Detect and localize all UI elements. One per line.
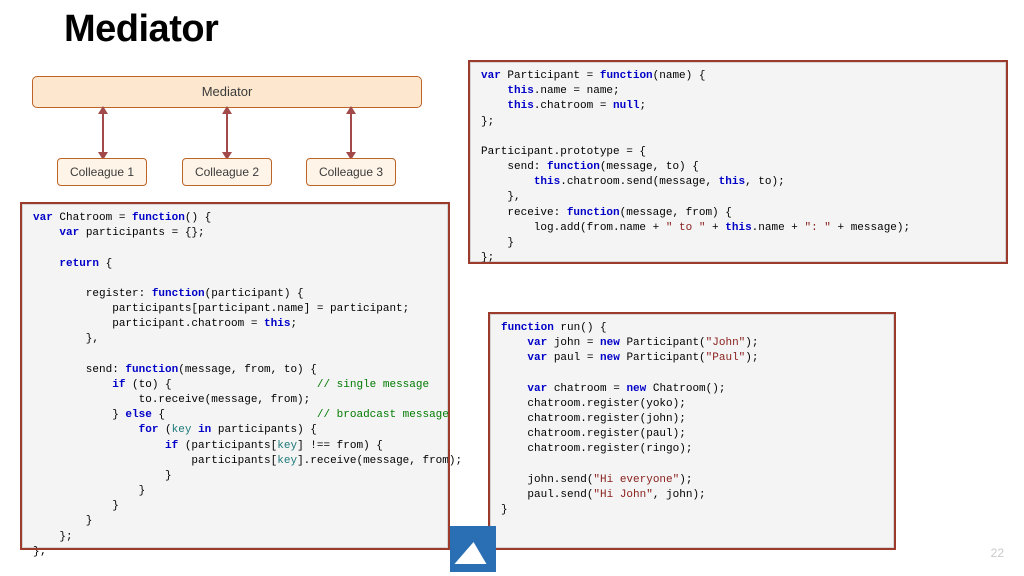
diagram-mediator-box: Mediator [32, 76, 422, 108]
diagram-arrow-icon [226, 108, 228, 158]
diagram-arrow-icon [102, 108, 104, 158]
code-chatroom: var Chatroom = function() { var particip… [22, 204, 448, 548]
code-run: function run() { var john = new Particip… [490, 314, 894, 548]
code-participant: var Participant = function(name) { this.… [470, 62, 1006, 262]
diagram-colleague-box: Colleague 2 [182, 158, 272, 186]
brand-logo-icon [450, 526, 496, 572]
diagram-colleague-box: Colleague 1 [57, 158, 147, 186]
mediator-diagram: Mediator Colleague 1 Colleague 2 Colleag… [22, 76, 432, 186]
page-title: Mediator [64, 8, 218, 51]
diagram-colleague-box: Colleague 3 [306, 158, 396, 186]
page-number: 22 [991, 546, 1004, 560]
diagram-arrow-icon [350, 108, 352, 158]
